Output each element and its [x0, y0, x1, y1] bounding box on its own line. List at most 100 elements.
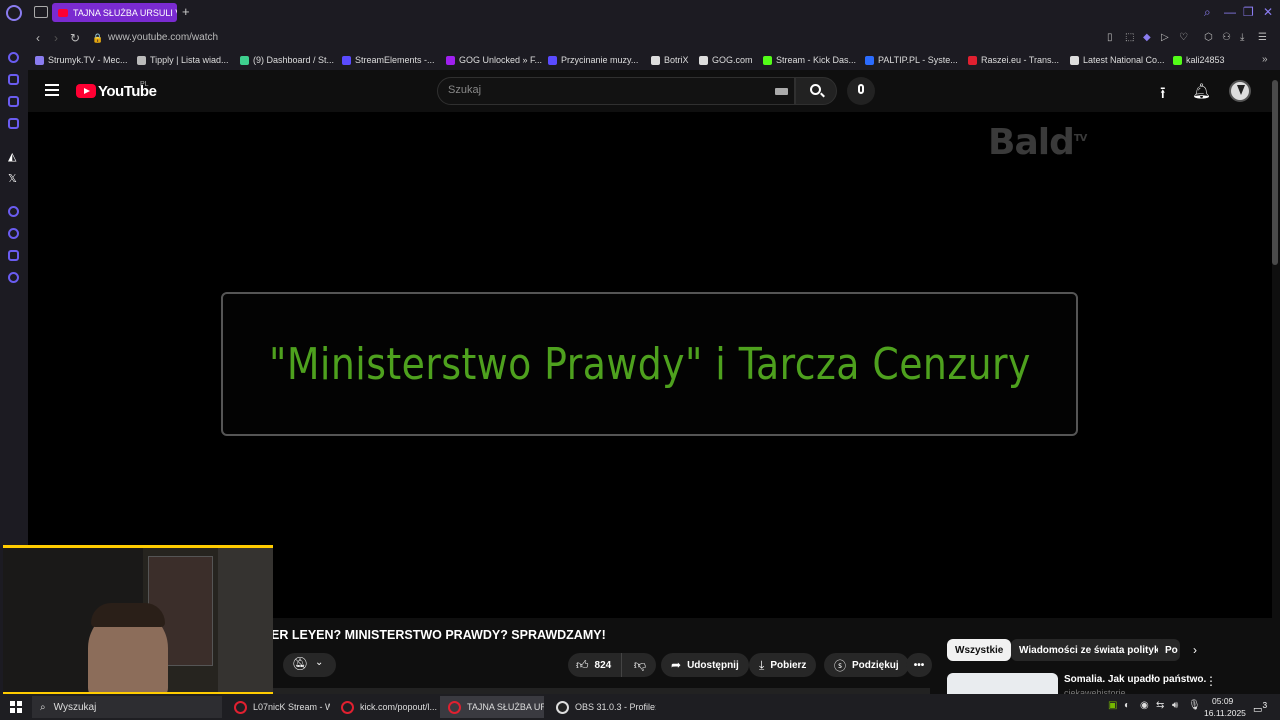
play-extension-icon[interactable]: ▷: [1161, 32, 1169, 43]
avatar[interactable]: [1229, 80, 1251, 102]
restore-button[interactable]: ❐: [1243, 5, 1254, 19]
tray-app-icon[interactable]: ◐: [1124, 700, 1130, 711]
back-button[interactable]: ‹: [36, 31, 40, 45]
heart-icon[interactable]: ♡: [1179, 32, 1188, 43]
new-tab-button[interactable]: +: [182, 4, 190, 19]
like-button[interactable]: 👍︎ 824: [568, 653, 622, 677]
url-field[interactable]: www.youtube.com/watch: [108, 32, 218, 43]
chip-partial[interactable]: Po: [1158, 639, 1180, 661]
taskbar-app-obs[interactable]: OBS 31.0.3 - Profile:...: [548, 696, 656, 718]
minimize-button[interactable]: —: [1224, 5, 1236, 19]
bookmark-label: GOG.com: [712, 55, 753, 65]
bookmark-item[interactable]: Raszei.eu - Trans...: [968, 55, 1059, 65]
sidebar-player-icon[interactable]: [8, 206, 19, 217]
bookmark-favicon-icon: [968, 55, 977, 65]
taskbar-app-kick[interactable]: kick.com/popout/l...: [333, 696, 437, 718]
notifications-bell-icon[interactable]: 🔔︎: [1192, 82, 1211, 100]
search-button[interactable]: [795, 77, 837, 105]
sidebar-kick-icon[interactable]: ◭: [8, 150, 16, 163]
youtube-logo-icon[interactable]: [76, 84, 96, 98]
download-arrow-icon: ⤓: [759, 657, 765, 672]
bookmark-favicon-icon: [342, 55, 351, 65]
opera-logo-icon[interactable]: [6, 5, 22, 21]
chevron-right-icon[interactable]: ›: [1193, 643, 1197, 657]
dislike-button[interactable]: 👎︎: [624, 653, 656, 677]
sidebar-messenger-icon[interactable]: [8, 96, 19, 107]
clock-time[interactable]: 05:09: [1212, 696, 1233, 706]
nvidia-tray-icon[interactable]: ▣: [1108, 700, 1117, 711]
guide-menu-icon[interactable]: [45, 84, 59, 96]
notification-center-icon[interactable]: ▭3: [1253, 700, 1267, 715]
recommended-title[interactable]: Somalia. Jak upadło państwo.: [1064, 674, 1206, 685]
bookmark-item[interactable]: PALTIP.PL - Syste...: [865, 55, 958, 65]
bookmark-item[interactable]: GOG.com: [699, 55, 753, 65]
extensions-icon[interactable]: ⬡: [1204, 32, 1213, 43]
recommended-menu-icon[interactable]: ⋮: [1205, 674, 1217, 688]
search-box[interactable]: [437, 77, 795, 105]
bookmark-item[interactable]: Stream - Kick Das...: [763, 55, 856, 65]
search-tabs-icon[interactable]: ⌕: [1204, 5, 1211, 20]
sidebar-pinboard-icon[interactable]: [8, 250, 19, 261]
opera-icon: [448, 700, 461, 714]
volume-icon[interactable]: 🔊︎: [1172, 700, 1178, 711]
bookmark-favicon-icon: [699, 55, 708, 65]
bookmark-favicon-icon: [446, 55, 455, 65]
taskbar-app-l07nick[interactable]: L07nicK Stream - W...: [226, 696, 330, 718]
bookmark-item[interactable]: StreamElements -...: [342, 55, 435, 65]
bookmark-item[interactable]: kali24853: [1173, 55, 1225, 65]
sidebar-settings-icon[interactable]: [8, 272, 19, 283]
bookmark-favicon-icon: [1173, 55, 1182, 65]
bookmark-item[interactable]: (9) Dashboard / St...: [240, 55, 334, 65]
clock-date[interactable]: 16.11.2025: [1204, 708, 1246, 718]
profile-icon[interactable]: ⚇: [1222, 32, 1231, 43]
download-button[interactable]: ⤓ Pobierz: [749, 653, 817, 677]
like-dislike-group: 👍︎ 824 👎︎: [568, 653, 656, 677]
bookmarks-overflow-icon[interactable]: »: [1262, 54, 1268, 65]
menu-icon[interactable]: ☰: [1258, 32, 1267, 43]
reload-button[interactable]: ↻: [70, 31, 80, 45]
opera-icon: [341, 700, 354, 714]
chip-politics[interactable]: Wiadomości ze świata polityki: [1011, 639, 1171, 661]
tray-network-icon[interactable]: ⇆: [1156, 700, 1164, 711]
tab-overview-icon[interactable]: [34, 6, 48, 18]
voice-search-button[interactable]: [847, 77, 875, 105]
youtube-favicon-icon: [58, 8, 68, 17]
notifications-toggle-button[interactable]: [283, 653, 336, 677]
microphone-tray-icon[interactable]: 🎙︎: [1188, 700, 1201, 711]
browser-tab-bar: [0, 0, 1280, 26]
windows-start-icon[interactable]: [10, 701, 22, 713]
thanks-icon: ⓢ: [834, 658, 847, 673]
recommended-thumbnail[interactable]: [947, 673, 1058, 695]
close-window-button[interactable]: ✕: [1263, 5, 1273, 19]
keyboard-icon[interactable]: [775, 88, 788, 95]
sidebar-twitch-icon[interactable]: [8, 118, 19, 129]
bookmark-item[interactable]: Przycinanie muzy...: [548, 55, 638, 65]
bookmark-item[interactable]: BotriX: [651, 55, 689, 65]
vpn-shield-icon[interactable]: ◆: [1143, 32, 1151, 43]
thanks-button[interactable]: ⓢ Podziękuj: [824, 653, 909, 677]
tray-steam-icon[interactable]: ◉: [1140, 700, 1149, 711]
bookmark-icon[interactable]: ▯: [1107, 32, 1113, 43]
bookmark-item[interactable]: Latest National Co...: [1070, 55, 1165, 65]
share-button[interactable]: ➦ Udostępnij: [661, 653, 749, 677]
sidebar-x-icon[interactable]: 𝕏: [8, 172, 17, 185]
sidebar-workspace-icon[interactable]: [8, 74, 19, 85]
snapshot-icon[interactable]: ⬚: [1125, 32, 1134, 43]
forward-button[interactable]: ›: [54, 31, 58, 45]
bookmark-item[interactable]: Strumyk.TV - Mec...: [35, 55, 128, 65]
more-actions-button[interactable]: •••: [906, 653, 932, 677]
taskbar-app-youtube[interactable]: TAJNA SŁUŻBA UR...: [440, 696, 544, 718]
sidebar-history-icon[interactable]: [8, 228, 19, 239]
bookmark-favicon-icon: [651, 55, 660, 65]
bookmark-item[interactable]: Tipply | Lista wiad...: [137, 55, 229, 65]
upload-icon[interactable]: ⭱: [1160, 82, 1166, 109]
tab-youtube-active[interactable]: TAJNA SŁUŻBA URSULI V: [52, 3, 177, 22]
bookmark-item[interactable]: GOG Unlocked » F...: [446, 55, 542, 65]
sidebar-aria-icon[interactable]: [8, 52, 19, 63]
taskbar-search-label: Wyszukaj: [53, 701, 97, 713]
download-icon[interactable]: ⤓: [1240, 32, 1244, 43]
taskbar-search[interactable]: ⌕ Wyszukaj: [32, 696, 222, 718]
chip-all[interactable]: Wszystkie: [947, 639, 1012, 661]
search-input[interactable]: [448, 84, 768, 96]
page-scrollbar[interactable]: [1272, 80, 1278, 265]
